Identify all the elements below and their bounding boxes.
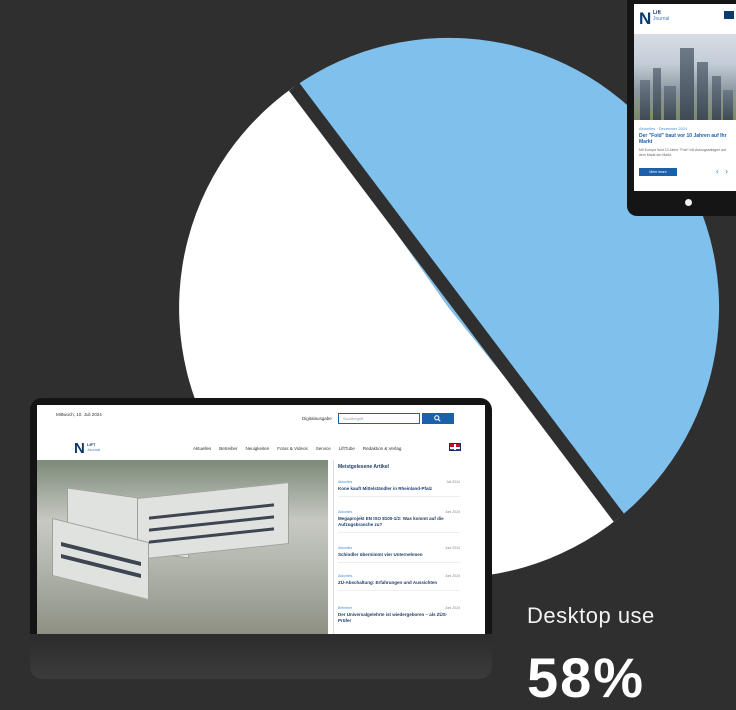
nav-item-service[interactable]: Service: [316, 446, 331, 451]
article-title[interactable]: Kone kauft Mittelständler in Rheinland-P…: [338, 486, 460, 492]
article-category: Aktuelles: [338, 480, 353, 484]
next-arrow-icon[interactable]: ›: [725, 166, 728, 176]
most-read-sidebar: Meistgelesene Artikel Aktuelles Juli 202…: [333, 460, 464, 634]
laptop-base: [30, 634, 492, 679]
sidebar-title: Meistgelesene Artikel: [338, 464, 389, 470]
main-navigation: Aktuelles Betreiber Neuigkeiten Fotos & …: [193, 446, 401, 451]
desktop-use-label: Desktop use: [527, 603, 655, 628]
nav-item-neuigkeiten[interactable]: Neuigkeiten: [246, 446, 270, 451]
tablet-screen: N Lift Journal Aktuelles · Dezember 2024…: [634, 4, 736, 191]
nav-item-aktuelles[interactable]: Aktuelles: [193, 446, 211, 451]
article-title[interactable]: Der Universalgelehrte ist wiedergeboren …: [338, 612, 460, 624]
hero-image[interactable]: [37, 460, 328, 634]
article-category: Betreiber: [338, 606, 353, 610]
current-date: Mittwoch, 10. Juli 2024: [56, 412, 102, 417]
article-date: Juni 2024: [444, 606, 460, 610]
tablet-article-teaser: Mit Europa fand 10 Jahre "Fold" mit Aufz…: [639, 148, 726, 157]
article-category: Aktuelles: [338, 546, 353, 550]
desktop-use-percent: 58%: [527, 646, 646, 709]
article-category: Aktuelles: [338, 510, 353, 514]
list-item[interactable]: Betreiber Juni 2024 Der Universalgelehrt…: [338, 606, 460, 624]
nav-item-fotos-videos[interactable]: Fotos & Videos: [277, 446, 307, 451]
site-logo[interactable]: N: [74, 440, 85, 457]
tablet-mockup: N Lift Journal Aktuelles · Dezember 2024…: [627, 0, 736, 216]
list-item[interactable]: Aktuelles Juni 2024 Megaprojekt EN ISO 8…: [338, 510, 460, 533]
article-title[interactable]: Megaprojekt EN ISO 8100-1/2: Was kommt a…: [338, 516, 460, 528]
nav-item-redaktion[interactable]: Redaktion & Verlag: [363, 446, 402, 451]
article-date: Juni 2024: [444, 546, 460, 550]
site-logo-line2: Journal: [87, 447, 101, 452]
search-input[interactable]: Suchbegriff: [338, 413, 420, 424]
list-item[interactable]: Aktuelles Juni 2024 ZÜ-Abschaltung: Erfa…: [338, 574, 460, 591]
article-date: Juni 2024: [444, 574, 460, 578]
laptop-mockup: Mittwoch, 10. Juli 2024 Digitalausgabe S…: [30, 398, 492, 679]
tablet-header: N Lift Journal: [634, 4, 736, 34]
list-item[interactable]: Aktuelles Juli 2024 Kone kauft Mittelstä…: [338, 480, 460, 497]
tablet-article-title[interactable]: Der "Fold" baut vor 10 Jahren auf Ihr Ma…: [639, 133, 732, 145]
article-date: Juni 2024: [444, 510, 460, 514]
prev-arrow-icon[interactable]: ‹: [716, 166, 719, 176]
nav-item-lifttube[interactable]: LiftTube: [339, 446, 355, 451]
website-topbar: Mittwoch, 10. Juli 2024 Digitalausgabe S…: [37, 405, 485, 427]
article-title[interactable]: Schindler übernimmt vier Unternehmen: [338, 552, 460, 558]
search-icon: [434, 415, 441, 422]
tablet-logo-line2: Journal: [653, 16, 670, 22]
tablet-article-meta: Aktuelles · Dezember 2024: [639, 126, 688, 131]
article-category: Aktuelles: [338, 574, 353, 578]
article-date: Juli 2024: [445, 480, 460, 484]
hamburger-menu-icon[interactable]: [724, 11, 734, 19]
laptop-screen: Mittwoch, 10. Juli 2024 Digitalausgabe S…: [37, 405, 485, 634]
tablet-logo[interactable]: N: [639, 9, 651, 29]
tablet-hero-image: [634, 34, 736, 120]
tablet-home-button: [685, 199, 692, 206]
digital-edition-link[interactable]: Digitalausgabe: [302, 416, 332, 421]
list-item[interactable]: Aktuelles Juni 2024 Schindler übernimmt …: [338, 546, 460, 563]
article-title[interactable]: ZÜ-Abschaltung: Erfahrungen und Aussicht…: [338, 580, 460, 586]
uk-flag-icon[interactable]: [449, 443, 461, 451]
nav-item-betreiber[interactable]: Betreiber: [219, 446, 237, 451]
search-button[interactable]: [422, 413, 454, 424]
read-more-button[interactable]: Mehr lesen: [639, 168, 677, 176]
